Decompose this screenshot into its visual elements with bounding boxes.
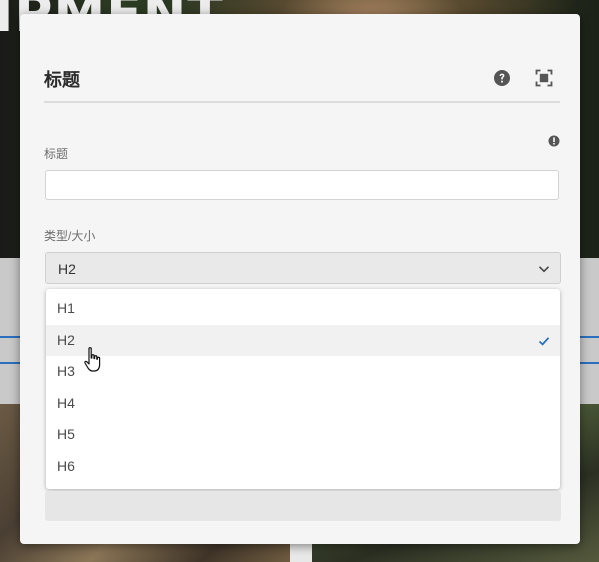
dropdown-option-h6[interactable]: H6 [46,451,560,483]
option-label: H5 [57,426,75,443]
obscured-field[interactable] [45,491,561,521]
option-label: H3 [57,363,75,380]
help-icon[interactable] [490,66,514,90]
dropdown-option-h5[interactable]: H5 [46,419,560,451]
dropdown-option-h1[interactable]: H1 [46,293,560,325]
title-divider [44,101,560,103]
dialog-title: 标题 [44,70,80,90]
checkmark-icon [538,336,550,346]
hand-pointer-icon [84,347,101,372]
title-field-label: 标题 [44,147,69,161]
option-label: H4 [57,394,75,411]
type-size-label: 类型/大小 [44,229,96,243]
info-icon[interactable] [548,135,560,147]
option-label: H1 [57,300,75,316]
chevron-down-icon [538,266,550,273]
type-size-selected-value: H2 [58,261,76,277]
edit-dialog: 标题 标题 类型/大小 H2 H1 H2 H3 H4 H5 H6 [20,14,580,544]
dropdown-option-h3[interactable]: H3 [46,356,560,388]
dropdown-option-h4[interactable]: H4 [46,388,560,420]
option-label: H2 [57,331,75,348]
option-label: H6 [57,457,75,474]
fullscreen-icon[interactable] [532,66,556,90]
type-size-select[interactable]: H2 [45,252,561,284]
title-input[interactable] [45,170,559,200]
type-size-dropdown-menu: H1 H2 H3 H4 H5 H6 [46,289,560,489]
dropdown-option-h2[interactable]: H2 [46,324,560,357]
